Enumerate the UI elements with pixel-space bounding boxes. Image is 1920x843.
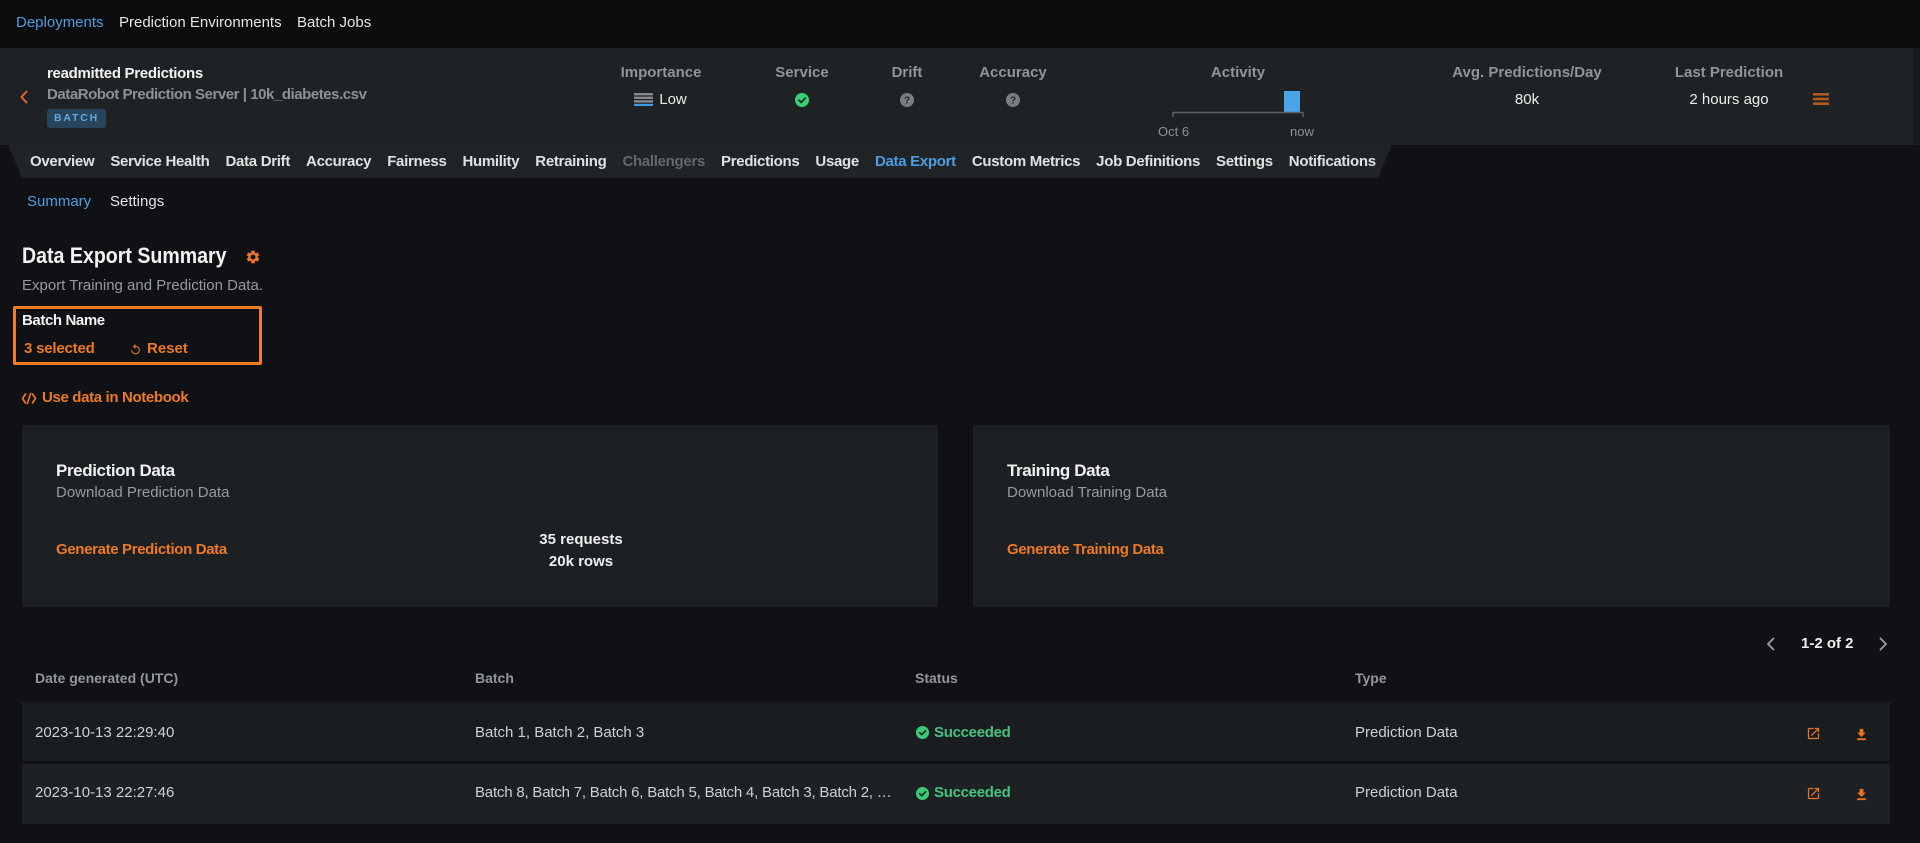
svg-text:?: ? bbox=[904, 96, 910, 107]
svg-text:?: ? bbox=[1010, 96, 1016, 107]
